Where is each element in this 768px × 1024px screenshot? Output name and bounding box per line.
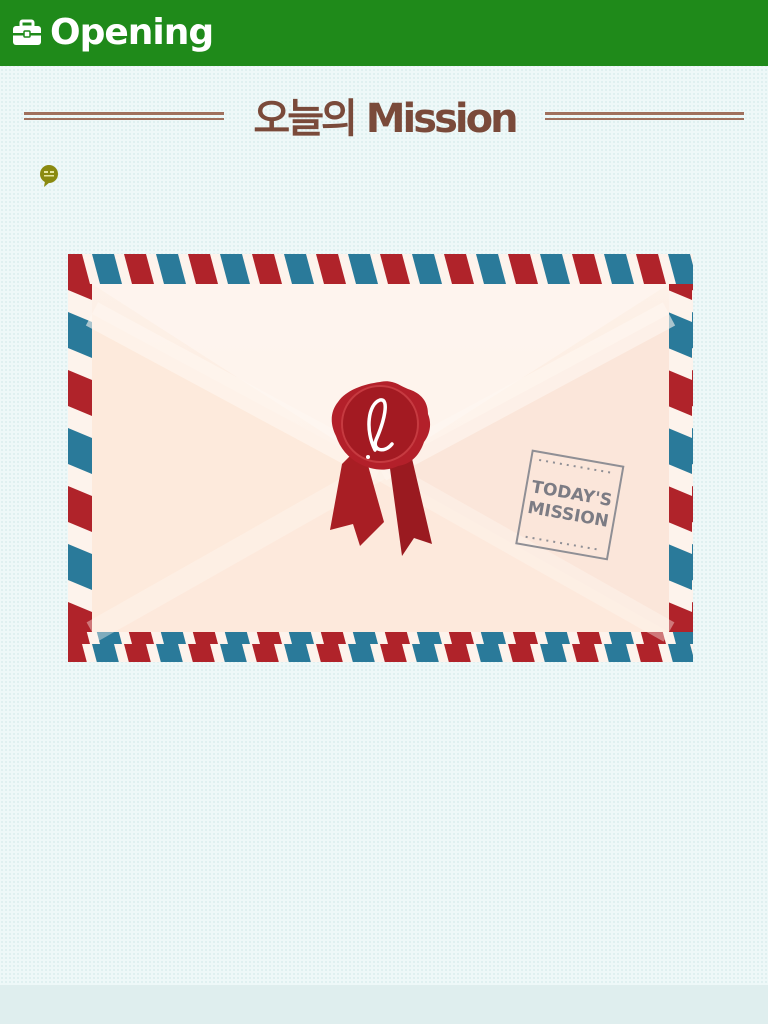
- app-header: Opening: [0, 0, 768, 66]
- mission-envelope[interactable]: TODAY'S MISSION: [68, 254, 693, 662]
- header-title: Opening: [50, 12, 214, 53]
- footer-bar: [0, 985, 768, 1024]
- envelope-graphic: TODAY'S MISSION: [68, 254, 693, 662]
- speech-bubble-icon[interactable]: [39, 164, 59, 188]
- briefcase-icon: [13, 19, 41, 45]
- title-rule-right: [545, 112, 744, 120]
- title-rule-left: [24, 112, 224, 120]
- section-title: 오늘의 Mission: [253, 96, 518, 142]
